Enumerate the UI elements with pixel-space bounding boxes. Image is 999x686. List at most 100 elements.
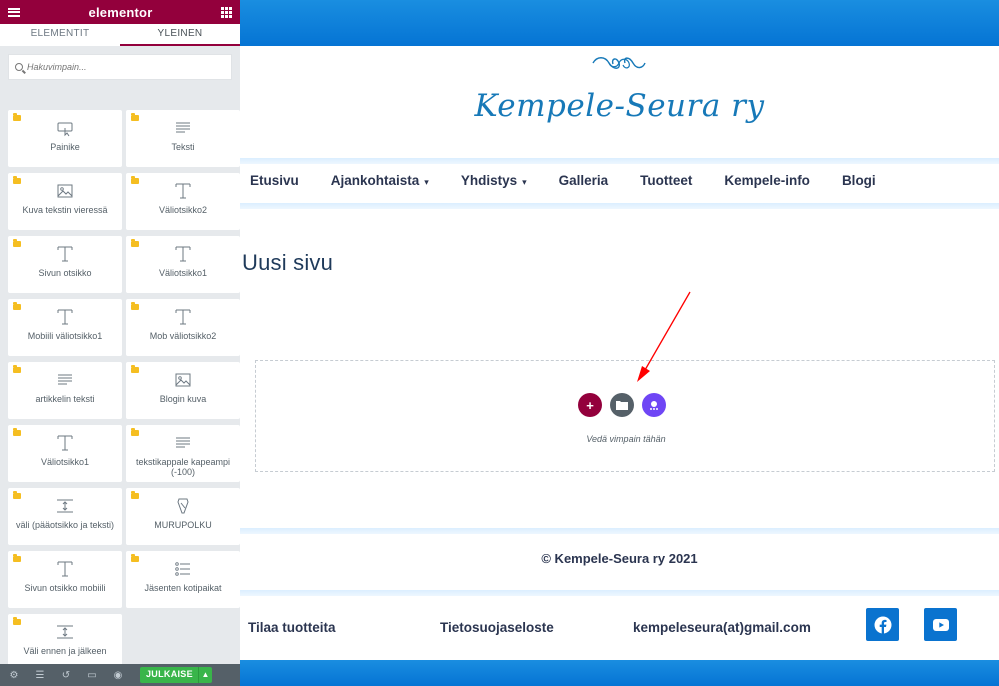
widget-sivun-otsikko[interactable]: Sivun otsikko xyxy=(8,236,122,293)
footer-email-link[interactable]: kempeleseura(at)gmail.com xyxy=(633,620,811,635)
page-preview: Kempele-Seura ry Etusivu Ajankohtaista ▾ Yh… xyxy=(240,0,999,686)
widget-väliotsikko1[interactable]: Väliotsikko1 xyxy=(8,425,122,482)
widget-murupolku[interactable]: MURUPOLKU xyxy=(126,488,240,545)
add-template-button[interactable] xyxy=(610,393,634,417)
text-lines-icon xyxy=(126,433,240,453)
widget-label: Blogin kuva xyxy=(159,394,207,404)
image-icon xyxy=(126,370,240,390)
widget-väliotsikko1[interactable]: Väliotsikko1 xyxy=(126,236,240,293)
widget-label: Mob väliotsikko2 xyxy=(149,331,217,341)
settings-icon[interactable]: ⚙ xyxy=(4,670,24,681)
nav-item-label: Kempele-info xyxy=(724,173,810,188)
folder-icon xyxy=(131,176,139,184)
widget-label: Jäsenten kotipaikat xyxy=(144,583,222,593)
widget-painike[interactable]: Painike xyxy=(8,110,122,167)
site-title[interactable]: Kempele-Seura ry xyxy=(240,88,999,124)
widget-mobiili-väliotsikko1[interactable]: Mobiili väliotsikko1 xyxy=(8,299,122,356)
text-lines-icon xyxy=(8,370,122,390)
widget-search[interactable] xyxy=(8,54,232,80)
widget-label: Mobiili väliotsikko1 xyxy=(27,331,103,341)
panel-footer: ⚙ ☰ ↺ ▭ ◉ JULKAISE ▲ xyxy=(0,664,240,686)
widget-label: Kuva tekstin vieressä xyxy=(22,205,108,215)
tab-yleinen[interactable]: YLEINEN xyxy=(120,24,240,46)
heading-icon xyxy=(126,244,240,264)
widget-teksti[interactable]: Teksti xyxy=(126,110,240,167)
empty-section-drop-zone[interactable]: + Vedä vimpain tähän xyxy=(255,360,995,472)
widget-artikkelin-teksti[interactable]: artikkelin teksti xyxy=(8,362,122,419)
heading-icon xyxy=(8,559,122,579)
widget-väli-ennen-ja-jälkeen[interactable]: Väli ennen ja jälkeen xyxy=(8,614,122,671)
folder-icon xyxy=(13,239,21,247)
editor-window: elementor ELEMENTIT YLEINEN Painike Tekst… xyxy=(0,0,999,686)
hamburger-menu-icon[interactable] xyxy=(8,7,20,17)
image-icon xyxy=(8,181,122,201)
widget-label: Väli ennen ja jälkeen xyxy=(23,646,107,656)
widget-jäsenten-kotipaikat[interactable]: Jäsenten kotipaikat xyxy=(126,551,240,608)
nav-item-blogi[interactable]: Blogi xyxy=(842,173,876,193)
spacer-icon xyxy=(8,496,122,516)
widget-label: artikkelin teksti xyxy=(35,394,95,404)
nav-item-label: Ajankohtaista xyxy=(330,173,420,188)
youtube-button[interactable] xyxy=(924,608,957,641)
widget-blogin-kuva[interactable]: Blogin kuva xyxy=(126,362,240,419)
responsive-icon[interactable]: ▭ xyxy=(82,670,102,681)
publish-options-chevron-icon[interactable]: ▲ xyxy=(197,667,212,683)
ai-builder-button[interactable] xyxy=(642,393,666,417)
folder-icon xyxy=(131,554,139,562)
footer-link-tietosuojaseloste[interactable]: Tietosuojaseloste xyxy=(440,620,554,635)
editor-panel: elementor ELEMENTIT YLEINEN Painike Tekst… xyxy=(0,0,240,686)
nav-item-ajankohtaista[interactable]: Ajankohtaista ▾ xyxy=(331,173,429,193)
folder-icon xyxy=(131,491,139,499)
nav-item-label: Etusivu xyxy=(250,173,299,188)
nav-top-divider xyxy=(240,158,999,164)
publish-button[interactable]: JULKAISE xyxy=(140,667,198,683)
widget-label: Painike xyxy=(50,142,80,152)
widget-label: Väliotsikko1 xyxy=(40,457,90,467)
widget-label: Sivun otsikko xyxy=(38,268,92,278)
tab-elementit[interactable]: ELEMENTIT xyxy=(0,24,120,46)
bottom-blue-band xyxy=(240,660,999,686)
nav-item-kempele-info[interactable]: Kempele-info xyxy=(724,173,810,193)
chevron-down-icon: ▾ xyxy=(522,177,527,187)
folder-icon xyxy=(616,401,628,410)
chevron-down-icon: ▾ xyxy=(424,177,429,187)
folder-icon xyxy=(131,239,139,247)
widget-tekstikappale-kapeampi-100[interactable]: tekstikappale kapeampi (-100) xyxy=(126,425,240,482)
folder-icon xyxy=(13,554,21,562)
facebook-icon xyxy=(874,616,891,634)
widget-label: tekstikappale kapeampi (-100) xyxy=(135,457,231,477)
nav-item-label: Blogi xyxy=(841,173,876,188)
widget-label: Teksti xyxy=(171,142,195,152)
nav-item-yhdistys[interactable]: Yhdistys ▾ xyxy=(461,173,527,193)
layers-icon[interactable]: ☰ xyxy=(30,670,50,681)
widgets-grid-icon[interactable] xyxy=(221,6,232,18)
elementor-logo: elementor xyxy=(88,4,153,20)
widget-kuva-tekstin-vieressä[interactable]: Kuva tekstin vieressä xyxy=(8,173,122,230)
widget-search-input[interactable] xyxy=(27,62,217,72)
add-section-button[interactable]: + xyxy=(578,393,602,417)
heading-icon xyxy=(126,181,240,201)
list-icon xyxy=(126,559,240,579)
folder-icon xyxy=(131,302,139,310)
widget-label: Väliotsikko2 xyxy=(158,205,208,215)
nav-item-tuotteet[interactable]: Tuotteet xyxy=(640,173,692,193)
panel-header: elementor xyxy=(0,0,240,24)
footer-links-divider xyxy=(240,590,999,596)
history-icon[interactable]: ↺ xyxy=(56,670,76,681)
heading-icon xyxy=(126,307,240,327)
widget-label: Väliotsikko1 xyxy=(158,268,208,278)
preview-icon[interactable]: ◉ xyxy=(108,670,128,681)
widget-mob-väliotsikko2[interactable]: Mob väliotsikko2 xyxy=(126,299,240,356)
nav-item-etusivu[interactable]: Etusivu xyxy=(250,173,299,193)
top-blue-band xyxy=(240,0,999,46)
logo-ornament-icon xyxy=(592,57,646,69)
widget-sivun-otsikko-mobiili[interactable]: Sivun otsikko mobiili xyxy=(8,551,122,608)
facebook-button[interactable] xyxy=(866,608,899,641)
footer-link-tilaa-tuotteita[interactable]: Tilaa tuotteita xyxy=(248,620,336,635)
widget-label: MURUPOLKU xyxy=(154,520,212,530)
nav-item-galleria[interactable]: Galleria xyxy=(559,173,609,193)
widget-väliotsikko2[interactable]: Väliotsikko2 xyxy=(126,173,240,230)
nav-item-label: Galleria xyxy=(558,173,609,188)
folder-icon xyxy=(131,365,139,373)
widget-väli-pääotsikko-ja-teksti[interactable]: väli (pääotsikko ja teksti) xyxy=(8,488,122,545)
